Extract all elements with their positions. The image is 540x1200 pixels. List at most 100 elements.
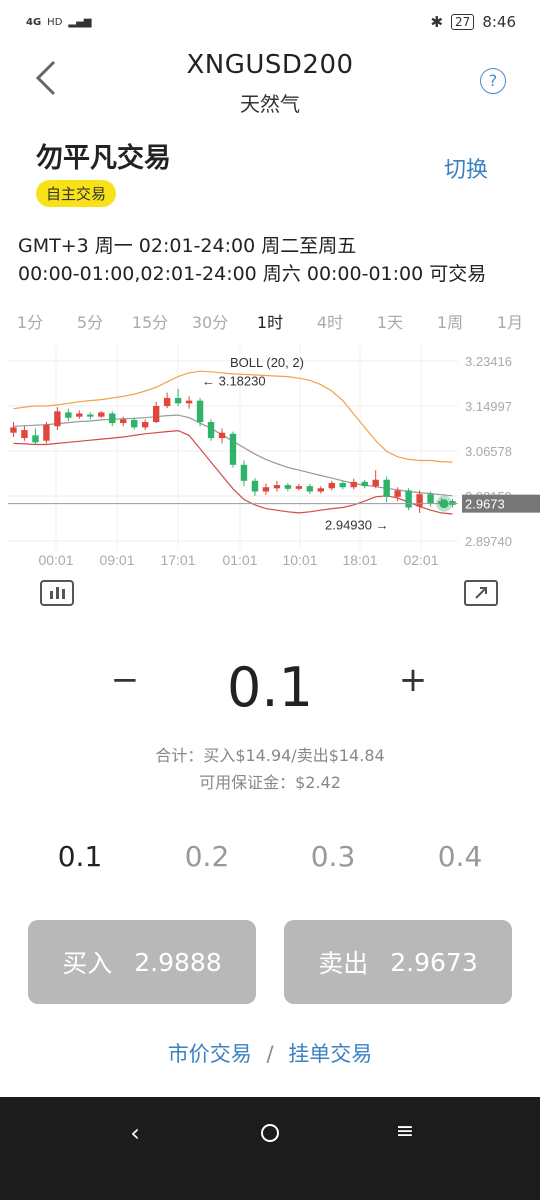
candle-body xyxy=(120,419,127,424)
hd-indicator: HD xyxy=(47,16,63,28)
sell-label: 卖出 xyxy=(318,949,369,978)
header: XNGUSD200 天然气 ? xyxy=(0,44,540,118)
sell-price: 2.9673 xyxy=(390,947,478,977)
candle-body xyxy=(218,432,226,439)
trading-hours: GMT+3 周一 02:01-24:00 周二至周五 00:00-01:00,0… xyxy=(18,232,486,288)
x-tick-label: 09:01 xyxy=(99,552,134,568)
tab-timeframe[interactable]: 4时 xyxy=(300,308,360,338)
candle-body xyxy=(273,485,281,489)
tab-timeframe[interactable]: 1月 xyxy=(480,308,540,338)
candle-body xyxy=(306,486,314,492)
low-marker-label: 2.94930 → xyxy=(325,517,389,532)
buy-button[interactable]: 买入 2.9888 xyxy=(28,920,256,1004)
candle-body xyxy=(141,422,149,428)
candle-body xyxy=(65,412,72,418)
limit-order-link[interactable]: 挂单交易 xyxy=(288,1042,372,1066)
y-tick-label: 3.23416 xyxy=(465,354,512,369)
status-left: 4G HD ▂▄▆ xyxy=(26,17,91,28)
candle-body xyxy=(98,412,105,417)
candle-body xyxy=(284,485,292,489)
y-tick-label: 2.89740 xyxy=(465,534,512,549)
preset-button[interactable]: 0.2 xyxy=(167,840,247,873)
candle-body xyxy=(43,424,50,441)
tab-timeframe[interactable]: 1分 xyxy=(0,308,60,338)
fullscreen-icon xyxy=(475,587,487,599)
preset-button[interactable]: 0.4 xyxy=(420,840,500,873)
order-type-separator: / xyxy=(266,1042,274,1066)
tab-timeframe[interactable]: 30分 xyxy=(180,308,240,338)
nav-menu-icon[interactable]: ≡ xyxy=(390,1119,420,1149)
increase-quantity-button[interactable]: + xyxy=(396,660,430,710)
nav-home-icon[interactable] xyxy=(261,1124,279,1142)
buy-price: 2.9888 xyxy=(134,947,222,977)
candle-body xyxy=(240,464,248,481)
signal-icon: ▂▄▆ xyxy=(68,16,92,28)
candle-body xyxy=(262,487,270,492)
battery-indicator: 27 xyxy=(451,14,475,30)
candle-body xyxy=(372,479,379,487)
total-cost: 合计：买入$14.94/卖出$14.84 xyxy=(155,746,385,765)
tab-timeframe[interactable]: 15分 xyxy=(120,308,180,338)
network-indicator: 4G xyxy=(26,16,42,28)
candle-body xyxy=(339,482,346,488)
current-price-label: 2.9673 xyxy=(465,497,505,512)
bluetooth-icon: ✱ xyxy=(430,13,444,31)
candle-body xyxy=(163,397,171,406)
order-summary: 合计：买入$14.94/卖出$14.84 可用保证金：$2.42 xyxy=(0,742,540,796)
symbol-name: 天然气 xyxy=(240,92,300,116)
candle-body xyxy=(394,490,401,497)
decrease-quantity-button[interactable]: − xyxy=(108,660,142,710)
quantity-value[interactable]: 0.1 xyxy=(170,656,370,719)
candle-body xyxy=(416,494,423,507)
sell-button[interactable]: 卖出 2.9673 xyxy=(284,920,512,1004)
candle-body xyxy=(10,427,17,433)
status-right: ✱ 27 8:46 xyxy=(430,13,516,31)
timeframe-tabs: 1分 5分 15分 30分 1时 4时 1天 1周 1月 xyxy=(0,308,540,338)
candle-body xyxy=(21,430,28,439)
x-tick-label: 01:01 xyxy=(222,552,257,568)
quantity-presets: 0.1 0.2 0.3 0.4 xyxy=(0,840,540,884)
current-price-dot xyxy=(439,499,449,509)
bar-icon xyxy=(56,587,59,599)
candle-body xyxy=(361,481,368,487)
candle-body xyxy=(54,411,61,427)
tab-timeframe-active[interactable]: 1时 xyxy=(240,308,300,338)
x-tick-label: 02:01 xyxy=(403,552,438,568)
preset-button[interactable]: 0.3 xyxy=(293,840,373,873)
market-order-link[interactable]: 市价交易 xyxy=(168,1042,252,1066)
tab-timeframe[interactable]: 1周 xyxy=(420,308,480,338)
switch-button[interactable]: 切换 xyxy=(444,152,488,184)
fullscreen-button[interactable] xyxy=(464,580,498,606)
candlestick-chart[interactable]: 3.234163.149973.065782.981592.8974000:01… xyxy=(0,345,540,575)
nav-back-icon[interactable]: ‹ xyxy=(120,1119,150,1149)
available-margin: 可用保证金：$2.42 xyxy=(199,773,341,792)
candle-body xyxy=(87,414,94,417)
candle-body xyxy=(207,422,215,439)
mode-badge: 自主交易 xyxy=(36,180,117,207)
tab-timeframe[interactable]: 5分 xyxy=(60,308,120,338)
indicator-label: BOLL (20, 2) xyxy=(230,355,304,370)
account-mode-title: 勿平凡交易 xyxy=(36,143,171,174)
candle-body xyxy=(383,479,390,497)
symbol-title: XNGUSD200 xyxy=(186,50,354,80)
y-tick-label: 3.14997 xyxy=(465,399,512,414)
candle-body xyxy=(32,435,39,443)
indicator-button[interactable] xyxy=(40,580,74,606)
candle-body xyxy=(76,413,83,417)
tab-timeframe[interactable]: 1天 xyxy=(360,308,420,338)
candle-body xyxy=(251,480,259,492)
help-icon[interactable]: ? xyxy=(480,68,506,94)
order-type-links: 市价交易 / 挂单交易 xyxy=(0,1038,540,1068)
x-tick-label: 18:01 xyxy=(342,552,377,568)
candle-body xyxy=(317,488,325,492)
candle-body xyxy=(109,413,116,424)
price-chart[interactable]: 3.234163.149973.065782.981592.8974000:01… xyxy=(0,345,540,575)
bar-icon xyxy=(62,589,65,599)
status-time: 8:46 xyxy=(482,13,516,31)
candle-body xyxy=(196,400,204,423)
x-tick-label: 10:01 xyxy=(282,552,317,568)
candle-body xyxy=(152,405,160,423)
candle-body xyxy=(405,490,412,508)
preset-button[interactable]: 0.1 xyxy=(40,840,120,873)
trading-hours-line-1: GMT+3 周一 02:01-24:00 周二至周五 xyxy=(18,235,357,257)
